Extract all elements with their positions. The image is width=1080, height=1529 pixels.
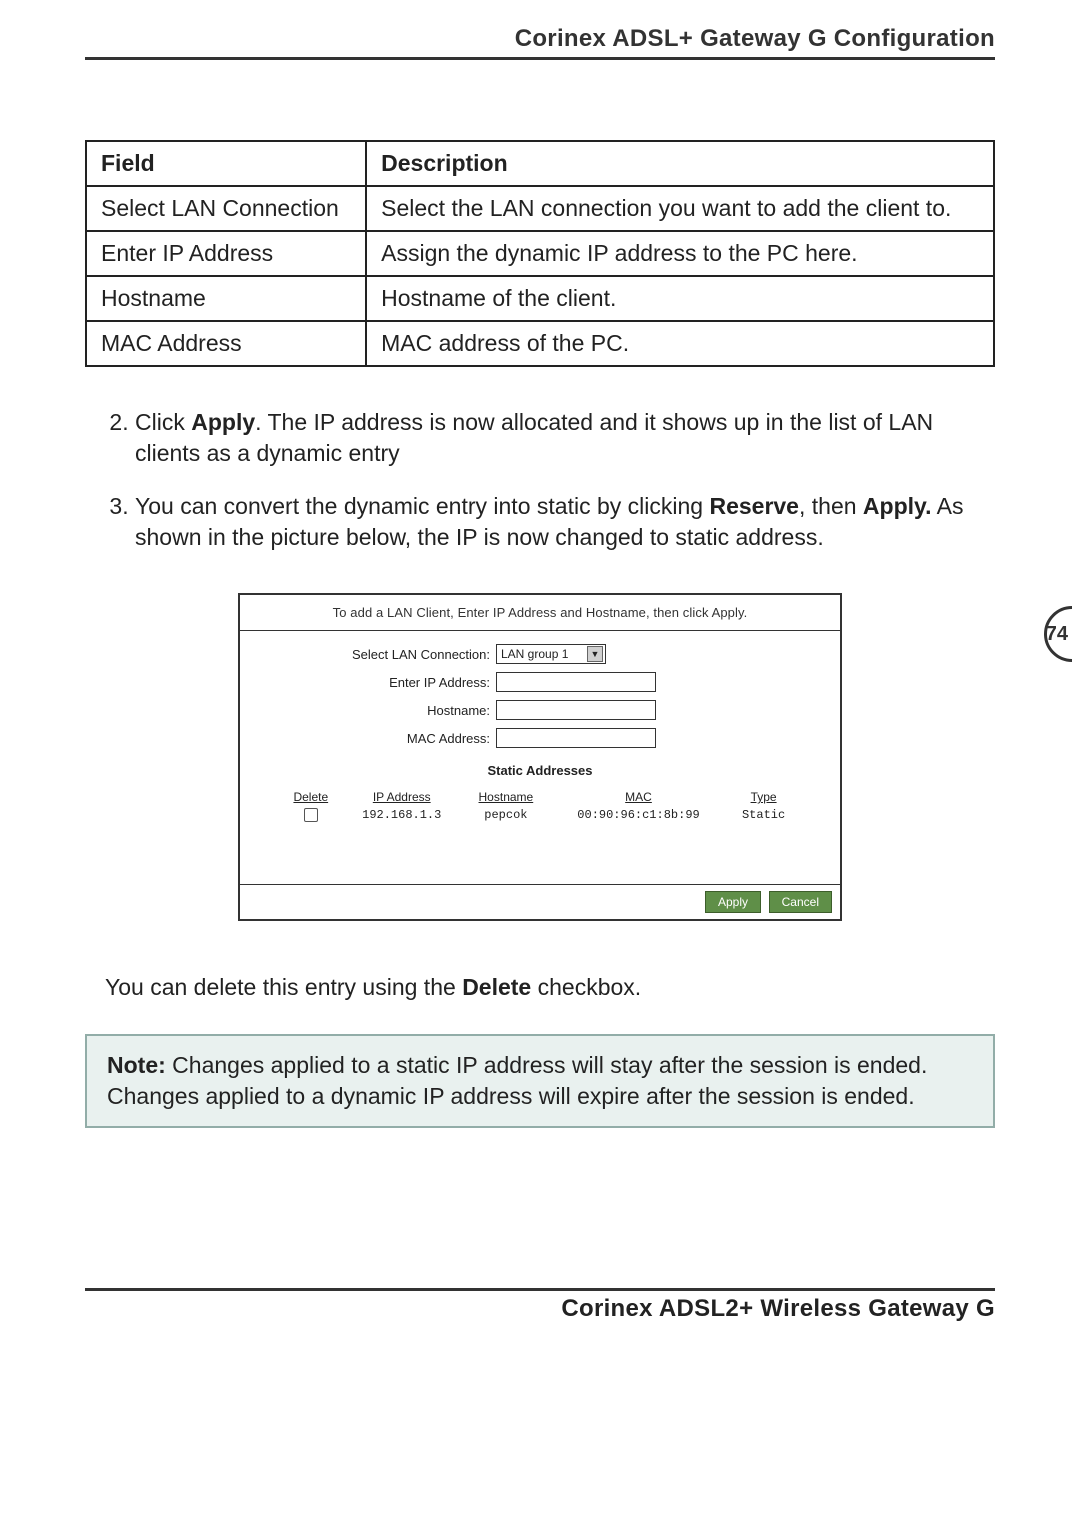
row-mac: 00:90:96:c1:8b:99 (550, 806, 727, 824)
note-label: Note: (107, 1052, 166, 1078)
step2-rest: . The IP address is now allocated and it… (135, 409, 933, 466)
enter-ip-label: Enter IP Address: (270, 675, 496, 690)
field-head: Field (86, 141, 366, 186)
select-lan-label: Select LAN Connection: (270, 647, 496, 662)
delete-hint-post: checkbox. (531, 974, 641, 1000)
field-cell: Enter IP Address (86, 231, 366, 276)
step2-bold: Apply (191, 409, 255, 435)
row-host: pepcok (462, 806, 550, 824)
hostname-input[interactable] (496, 700, 656, 720)
field-description-table: Field Description Select LAN Connection … (85, 140, 995, 367)
step2-prefix: Click (135, 409, 191, 435)
note-box: Note: Changes applied to a static IP add… (85, 1034, 995, 1128)
col-mac: MAC (550, 788, 727, 806)
screenshot-footer: Apply Cancel (240, 884, 840, 919)
table-row: MAC Address MAC address of the PC. (86, 321, 994, 366)
enter-ip-input[interactable] (496, 672, 656, 692)
col-ip: IP Address (342, 788, 462, 806)
chevron-down-icon: ▼ (587, 646, 603, 662)
apply-button[interactable]: Apply (705, 891, 761, 913)
desc-cell: Assign the dynamic IP address to the PC … (366, 231, 994, 276)
hostname-label: Hostname: (270, 703, 496, 718)
col-type: Type (727, 788, 800, 806)
table-row: 192.168.1.3 pepcok 00:90:96:c1:8b:99 Sta… (280, 806, 800, 824)
select-lan-dropdown[interactable]: LAN group 1 ▼ (496, 644, 606, 664)
steps-list: Click Apply. The IP address is now alloc… (85, 407, 995, 553)
field-cell: Hostname (86, 276, 366, 321)
table-row: Select LAN Connection Select the LAN con… (86, 186, 994, 231)
step3-prefix: You can convert the dynamic entry into s… (135, 493, 709, 519)
delete-hint-bold: Delete (462, 974, 531, 1000)
mac-input[interactable] (496, 728, 656, 748)
step3-bold1: Reserve (709, 493, 799, 519)
table-row: Enter IP Address Assign the dynamic IP a… (86, 231, 994, 276)
desc-cell: Hostname of the client. (366, 276, 994, 321)
header-title: Corinex ADSL+ Gateway G Configuration (85, 25, 995, 60)
row-type: Static (727, 806, 800, 824)
step-3: You can convert the dynamic entry into s… (135, 491, 995, 553)
delete-hint: You can delete this entry using the Dele… (105, 971, 975, 1003)
page-number: 74 (1046, 623, 1080, 646)
step3-bold2: Apply. (863, 493, 932, 519)
static-addresses-heading: Static Addresses (270, 763, 810, 778)
step3-mid: , then (799, 493, 863, 519)
mac-label: MAC Address: (270, 731, 496, 746)
delete-hint-pre: You can delete this entry using the (105, 974, 462, 1000)
desc-cell: Select the LAN connection you want to ad… (366, 186, 994, 231)
screenshot-title: To add a LAN Client, Enter IP Address an… (240, 595, 840, 631)
table-row: Hostname Hostname of the client. (86, 276, 994, 321)
static-addresses-table: Delete IP Address Hostname MAC Type 192.… (280, 788, 800, 824)
footer-title: Corinex ADSL2+ Wireless Gateway G (85, 1288, 995, 1323)
page-number-badge: 74 (1046, 606, 1080, 662)
note-text: Changes applied to a static IP address w… (107, 1052, 927, 1109)
screenshot-form: Select LAN Connection: LAN group 1 ▼ Ent… (240, 631, 840, 784)
desc-cell: MAC address of the PC. (366, 321, 994, 366)
select-lan-value: LAN group 1 (501, 645, 568, 663)
delete-checkbox[interactable] (304, 808, 318, 822)
field-cell: MAC Address (86, 321, 366, 366)
row-ip: 192.168.1.3 (342, 806, 462, 824)
col-host: Hostname (462, 788, 550, 806)
step-2: Click Apply. The IP address is now alloc… (135, 407, 995, 469)
col-delete: Delete (280, 788, 342, 806)
field-cell: Select LAN Connection (86, 186, 366, 231)
cancel-button[interactable]: Cancel (769, 891, 832, 913)
lan-client-screenshot: To add a LAN Client, Enter IP Address an… (238, 593, 842, 921)
description-head: Description (366, 141, 994, 186)
